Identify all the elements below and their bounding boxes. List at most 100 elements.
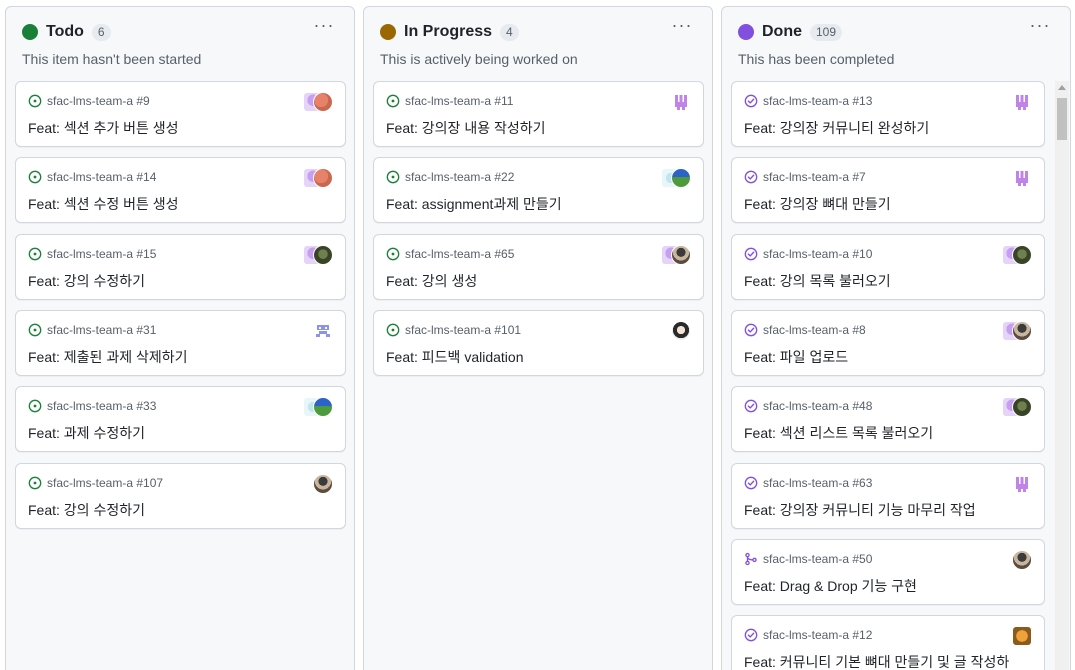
avatar-purple-pattern-solo[interactable] [1012,92,1032,112]
avatar-purple-pattern-solo[interactable] [671,92,691,112]
card-meta: sfac-lms-team-a #13 [744,94,872,108]
assignee-avatars[interactable] [313,473,333,495]
issue-card[interactable]: sfac-lms-team-a #7 Feat: 강의장 뼈대 만들기 [731,157,1045,223]
issue-title[interactable]: Feat: 강의 수정하기 [28,500,145,520]
avatar-girl-photo[interactable] [671,321,691,341]
issue-title[interactable]: Feat: 섹션 리스트 목록 불러오기 [744,423,933,443]
assignee-avatars[interactable] [671,91,691,113]
avatar-forest-photo[interactable] [313,245,333,265]
avatar-orange-photo[interactable] [313,92,333,112]
issue-card[interactable]: sfac-lms-team-a #12 Feat: 커뮤니티 기본 뼈대 만들기 … [731,615,1045,670]
issue-card[interactable]: sfac-lms-team-a #48 Feat: 섹션 리스트 목록 불러오기 [731,386,1045,452]
issue-title[interactable]: Feat: 강의 목록 불러오기 [744,271,891,291]
issue-card[interactable]: sfac-lms-team-a #15 Feat: 강의 수정하기 [15,234,346,300]
scrollbar-thumb[interactable] [1057,98,1067,140]
assignee-avatars[interactable] [1012,91,1032,113]
column-menu-button[interactable]: ··· [310,16,338,41]
issue-card[interactable]: sfac-lms-team-a #14 Feat: 섹션 수정 버튼 생성 [15,157,346,223]
issue-reference[interactable]: sfac-lms-team-a #14 [47,170,156,184]
issue-reference[interactable]: sfac-lms-team-a #65 [405,247,514,261]
issue-title[interactable]: Feat: 섹션 추가 버튼 생성 [28,118,179,138]
issue-reference[interactable]: sfac-lms-team-a #101 [405,323,521,337]
issue-card[interactable]: sfac-lms-team-a #31 Feat: 제출된 과제 삭제하기 [15,310,346,376]
vertical-scrollbar[interactable] [1055,81,1069,670]
avatar-landscape-photo[interactable] [671,168,691,188]
issue-title[interactable]: Feat: 제출된 과제 삭제하기 [28,347,188,367]
assignee-avatars[interactable] [661,167,691,189]
column-menu-button[interactable]: ··· [1026,16,1054,41]
issue-reference[interactable]: sfac-lms-team-a #33 [47,399,156,413]
assignee-avatars[interactable] [303,167,333,189]
issue-reference[interactable]: sfac-lms-team-a #50 [763,552,872,566]
issue-card[interactable]: sfac-lms-team-a #10 Feat: 강의 목록 불러오기 [731,234,1045,300]
issue-title[interactable]: Feat: 강의장 내용 작성하기 [386,118,546,138]
issue-reference[interactable]: sfac-lms-team-a #31 [47,323,156,337]
column-menu-button[interactable]: ··· [668,16,696,41]
assignee-avatars[interactable] [313,320,333,342]
avatar-orange-photo[interactable] [313,168,333,188]
issue-closed-icon [744,476,758,490]
avatar-landscape-photo[interactable] [313,397,333,417]
assignee-avatars[interactable] [1002,320,1032,342]
issue-card[interactable]: sfac-lms-team-a #107 Feat: 강의 수정하기 [15,463,346,529]
avatar-tiger-icon[interactable] [1012,626,1032,646]
assignee-avatars[interactable] [1012,167,1032,189]
assignee-avatars[interactable] [303,91,333,113]
avatar-purple-pattern-solo[interactable] [1012,168,1032,188]
assignee-avatars[interactable] [1012,549,1032,571]
avatar-blue-pattern[interactable] [313,321,333,341]
avatar-person-photo[interactable] [1012,550,1032,570]
issue-reference[interactable]: sfac-lms-team-a #107 [47,476,163,490]
avatar-forest-photo[interactable] [1012,245,1032,265]
issue-card[interactable]: sfac-lms-team-a #8 Feat: 파일 업로드 [731,310,1045,376]
issue-reference[interactable]: sfac-lms-team-a #13 [763,94,872,108]
assignee-avatars[interactable] [303,244,333,266]
issue-reference[interactable]: sfac-lms-team-a #7 [763,170,866,184]
issue-title[interactable]: Feat: Drag & Drop 기능 구현 [744,576,917,596]
issue-title[interactable]: Feat: 커뮤니티 기본 뼈대 만들기 및 글 작성하 [744,652,1009,670]
issue-reference[interactable]: sfac-lms-team-a #9 [47,94,150,108]
issue-reference[interactable]: sfac-lms-team-a #15 [47,247,156,261]
issue-title[interactable]: Feat: 파일 업로드 [744,347,848,367]
issue-card[interactable]: sfac-lms-team-a #63 Feat: 강의장 커뮤니티 기능 마무리… [731,463,1045,529]
assignee-avatars[interactable] [303,396,333,418]
issue-card[interactable]: sfac-lms-team-a #33 Feat: 과제 수정하기 [15,386,346,452]
assignee-avatars[interactable] [1012,625,1032,647]
assignee-avatars[interactable] [1012,473,1032,495]
issue-reference[interactable]: sfac-lms-team-a #48 [763,399,872,413]
issue-reference[interactable]: sfac-lms-team-a #12 [763,628,872,642]
avatar-person-photo[interactable] [671,245,691,265]
assignee-avatars[interactable] [661,244,691,266]
issue-card[interactable]: sfac-lms-team-a #22 Feat: assignment과제 만들… [373,157,704,223]
issue-closed-icon [744,170,758,184]
issue-title[interactable]: Feat: 강의 수정하기 [28,271,145,291]
issue-card[interactable]: sfac-lms-team-a #13 Feat: 강의장 커뮤니티 완성하기 [731,81,1045,147]
issue-title[interactable]: Feat: 섹션 수정 버튼 생성 [28,194,179,214]
issue-card[interactable]: sfac-lms-team-a #65 Feat: 강의 생성 [373,234,704,300]
issue-reference[interactable]: sfac-lms-team-a #8 [763,323,866,337]
issue-card[interactable]: sfac-lms-team-a #50 Feat: Drag & Drop 기능 … [731,539,1045,605]
avatar-person-photo[interactable] [313,474,333,494]
avatar-person-photo[interactable] [1012,321,1032,341]
scroll-up-arrow-icon[interactable] [1058,85,1066,90]
issue-title[interactable]: Feat: 강의 생성 [386,271,477,291]
issue-card[interactable]: sfac-lms-team-a #9 Feat: 섹션 추가 버튼 생성 [15,81,346,147]
avatar-forest-photo[interactable] [1012,397,1032,417]
issue-reference[interactable]: sfac-lms-team-a #63 [763,476,872,490]
issue-title[interactable]: Feat: 강의장 뼈대 만들기 [744,194,891,214]
issue-reference[interactable]: sfac-lms-team-a #22 [405,170,514,184]
assignee-avatars[interactable] [1002,396,1032,418]
assignee-avatars[interactable] [671,320,691,342]
issue-card[interactable]: sfac-lms-team-a #101 Feat: 피드백 validation [373,310,704,376]
issue-title[interactable]: Feat: 과제 수정하기 [28,423,145,443]
issue-reference[interactable]: sfac-lms-team-a #10 [763,247,872,261]
issue-title[interactable]: Feat: 피드백 validation [386,347,523,367]
issue-card[interactable]: sfac-lms-team-a #11 Feat: 강의장 내용 작성하기 [373,81,704,147]
assignee-avatars[interactable] [1002,244,1032,266]
issue-title[interactable]: Feat: assignment과제 만들기 [386,194,562,214]
avatar-purple-pattern-solo[interactable] [1012,474,1032,494]
issue-title[interactable]: Feat: 강의장 커뮤니티 완성하기 [744,118,929,138]
issue-opened-icon [386,323,400,337]
issue-reference[interactable]: sfac-lms-team-a #11 [405,94,513,108]
issue-title[interactable]: Feat: 강의장 커뮤니티 기능 마무리 작업 [744,500,976,520]
